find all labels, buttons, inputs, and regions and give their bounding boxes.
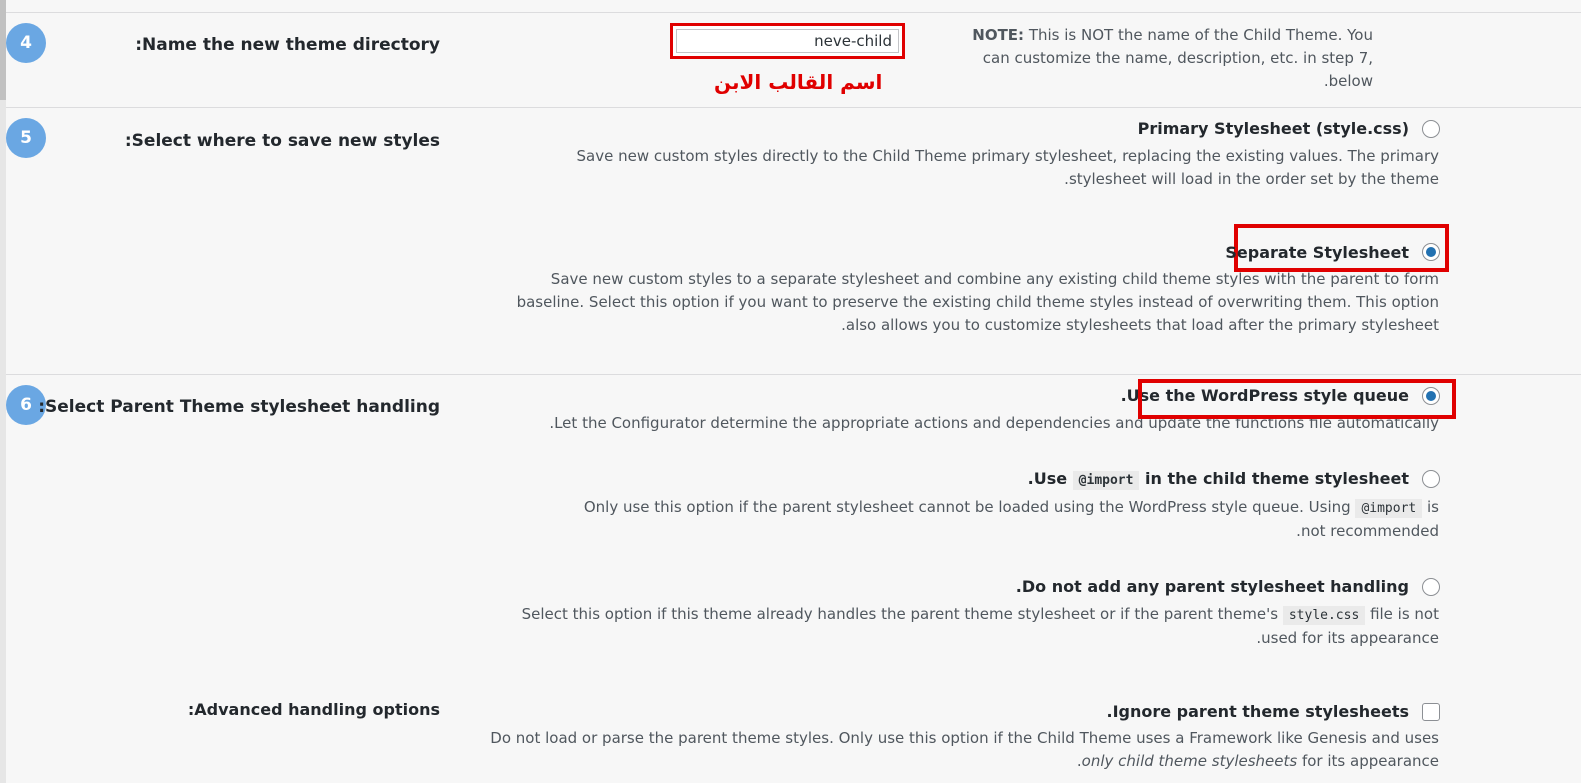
primary-stylesheet-desc: Save new custom styles directly to the C… xyxy=(576,147,1439,188)
ignore-desc-em: only child theme stylesheets xyxy=(1081,752,1298,770)
ignore-parent-desc: Do not load or parse the parent theme st… xyxy=(489,727,1439,773)
import-code: @import xyxy=(1072,471,1140,490)
no-handling-label[interactable]: Do not add any parent stylesheet handlin… xyxy=(1016,577,1409,596)
divider xyxy=(6,12,1581,13)
style-css-code: style.css xyxy=(1282,606,1366,625)
arabic-annotation: اسم القالب الابن xyxy=(714,70,883,94)
step-5-label: Select where to save new styles: xyxy=(124,131,440,151)
divider xyxy=(6,107,1581,108)
import-desc-pre: Only use this option if the parent style… xyxy=(583,498,1356,516)
scrollbar[interactable] xyxy=(0,0,6,783)
no-handling-radio[interactable] xyxy=(1422,578,1440,596)
wp-style-queue-highlight xyxy=(1138,379,1456,419)
import-radio[interactable] xyxy=(1422,470,1440,488)
divider xyxy=(6,374,1581,375)
step-4-label: Name the new theme directory: xyxy=(135,35,440,55)
import-label-pre: Use xyxy=(1033,469,1073,488)
directory-note: NOTE: This is NOT the name of the Child … xyxy=(943,24,1373,93)
no-handling-desc-pre: Select this option if this theme already… xyxy=(521,605,1283,623)
separate-stylesheet-radio[interactable] xyxy=(1422,243,1440,261)
step-6-label: Select Parent Theme stylesheet handling: xyxy=(38,397,440,417)
theme-directory-highlight xyxy=(670,23,905,59)
import-desc-code: @import xyxy=(1355,499,1423,518)
step-4-badge: 4 xyxy=(6,23,46,63)
scrollbar-thumb[interactable] xyxy=(0,0,6,100)
import-label[interactable]: Use @import in the child theme styleshee… xyxy=(1028,469,1409,490)
advanced-options-label: Advanced handling options: xyxy=(187,700,440,719)
separate-stylesheet-label[interactable]: Separate Stylesheet xyxy=(1225,243,1409,262)
ignore-desc-pre: Do not load or parse the parent theme st… xyxy=(490,729,1439,747)
primary-stylesheet-label[interactable]: Primary Stylesheet (style.css) xyxy=(1138,119,1409,138)
import-desc: Only use this option if the parent style… xyxy=(569,496,1439,543)
note-text: This is NOT the name of the Child Theme.… xyxy=(982,26,1373,90)
note-label: NOTE: xyxy=(972,26,1025,44)
separate-stylesheet-desc: Save new custom styles to a separate sty… xyxy=(516,270,1439,334)
ignore-parent-label[interactable]: Ignore parent theme stylesheets. xyxy=(1107,702,1410,721)
primary-stylesheet-radio[interactable] xyxy=(1422,120,1440,138)
ignore-parent-checkbox[interactable] xyxy=(1422,703,1440,721)
theme-directory-input[interactable] xyxy=(676,29,899,53)
no-handling-desc: Select this option if this theme already… xyxy=(499,603,1439,650)
step-5-badge: 5 xyxy=(6,118,46,158)
